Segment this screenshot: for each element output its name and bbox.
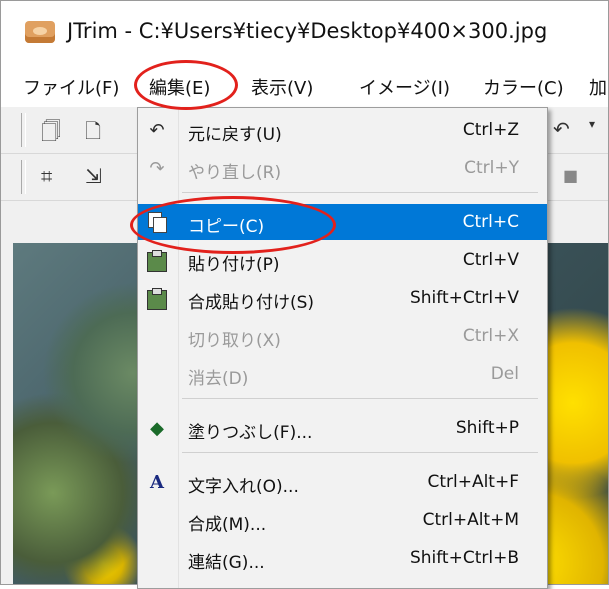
menu-item-paste-merge[interactable]: 合成貼り付け(S) Shift+Ctrl+V	[138, 280, 547, 316]
menu-item-shortcut: Ctrl+C	[462, 212, 519, 232]
menu-item-cut[interactable]: 切り取り(X) Ctrl+X	[138, 318, 547, 354]
menu-item-shortcut: Shift+P	[455, 418, 519, 438]
menu-edit[interactable]: 編集(E)	[149, 74, 210, 100]
menu-item-shortcut: Shift+Ctrl+B	[409, 548, 519, 568]
menu-item-shortcut: Ctrl+Alt+F	[427, 472, 519, 492]
menu-separator	[182, 452, 538, 453]
copy-icon	[146, 212, 168, 234]
edit-menu-dropdown: ↶ 元に戻す(U) Ctrl+Z ↷ やり直し(R) Ctrl+Y コピー(C)…	[137, 107, 548, 589]
menu-item-shortcut: Shift+Ctrl+V	[409, 288, 519, 308]
toolbar-grip[interactable]	[21, 113, 26, 147]
menu-item-shortcut: Ctrl+X	[462, 326, 519, 346]
menu-bar: ファイル(F) 編集(E) 表示(V) イメージ(I) カラー(C) 加	[1, 63, 608, 107]
resize-icon[interactable]: ⇲	[85, 164, 102, 188]
fill-icon: ◆	[150, 418, 164, 439]
menu-separator	[182, 398, 538, 399]
menu-item-copy[interactable]: コピー(C) Ctrl+C	[138, 204, 547, 240]
menu-item-label: 塗りつぶし(F)...	[188, 423, 313, 443]
menu-item-shortcut: Ctrl+Y	[464, 158, 519, 178]
menu-image[interactable]: イメージ(I)	[359, 74, 450, 100]
menu-view[interactable]: 表示(V)	[251, 74, 313, 100]
menu-item-label: 元に戻す(U)	[188, 125, 282, 145]
menu-color[interactable]: カラー(C)	[483, 74, 564, 100]
window-title: JTrim - C:¥Users¥tiecy¥Desktop¥400×300.j…	[67, 19, 548, 43]
menu-item-erase[interactable]: 消去(D) Del	[138, 356, 547, 392]
menu-item-label: 合成貼り付け(S)	[188, 293, 315, 313]
menu-item-label: 連結(G)...	[188, 553, 265, 573]
toolbar-grip[interactable]	[21, 160, 26, 194]
menu-item-shortcut: Del	[490, 364, 519, 384]
menu-item-merge[interactable]: 合成(M)... Ctrl+Alt+M	[138, 502, 547, 538]
menu-item-redo[interactable]: ↷ やり直し(R) Ctrl+Y	[138, 150, 547, 186]
menu-item-label: 消去(D)	[188, 369, 249, 389]
menu-item-concat[interactable]: 連結(G)... Shift+Ctrl+B	[138, 540, 547, 576]
open-file-icon[interactable]: 🗍	[41, 117, 61, 151]
undo-icon: ↶	[149, 120, 165, 141]
app-icon	[25, 21, 55, 43]
title-bar: JTrim - C:¥Users¥tiecy¥Desktop¥400×300.j…	[1, 1, 608, 63]
menu-separator	[182, 192, 538, 193]
menu-item-shortcut: Ctrl+Z	[462, 120, 519, 140]
menu-item-text[interactable]: A 文字入れ(O)... Ctrl+Alt+F	[138, 464, 547, 500]
text-icon: A	[150, 472, 164, 493]
menu-item-shortcut: Ctrl+V	[462, 250, 519, 270]
crop-icon[interactable]: ⌗	[41, 164, 52, 188]
menu-more[interactable]: 加	[589, 74, 607, 100]
menu-item-label: やり直し(R)	[188, 163, 282, 183]
redo-icon: ↷	[149, 158, 165, 179]
menu-item-fill[interactable]: ◆ 塗りつぶし(F)... Shift+P	[138, 410, 547, 446]
menu-item-label: 切り取り(X)	[188, 331, 281, 351]
menu-item-paste[interactable]: 貼り付け(P) Ctrl+V	[138, 242, 547, 278]
menu-item-label: コピー(C)	[188, 217, 265, 237]
menu-item-undo[interactable]: ↶ 元に戻す(U) Ctrl+Z	[138, 112, 547, 148]
paste-icon	[146, 250, 168, 272]
erase-icon	[146, 364, 168, 386]
menu-file[interactable]: ファイル(F)	[23, 74, 119, 100]
paste-merge-icon	[146, 288, 168, 310]
menu-item-label: 文字入れ(O)...	[188, 477, 299, 497]
menu-item-label: 合成(M)...	[188, 515, 267, 535]
cut-icon	[146, 326, 168, 348]
square-icon[interactable]: ■	[563, 166, 578, 185]
undo-toolbar-icon[interactable]: ↶	[553, 117, 570, 141]
menu-item-label: 貼り付け(P)	[188, 255, 280, 275]
menu-item-shortcut: Ctrl+Alt+M	[422, 510, 519, 530]
undo-dropdown-icon[interactable]: ▾	[589, 117, 595, 131]
new-file-icon[interactable]: 🗋	[85, 117, 101, 151]
